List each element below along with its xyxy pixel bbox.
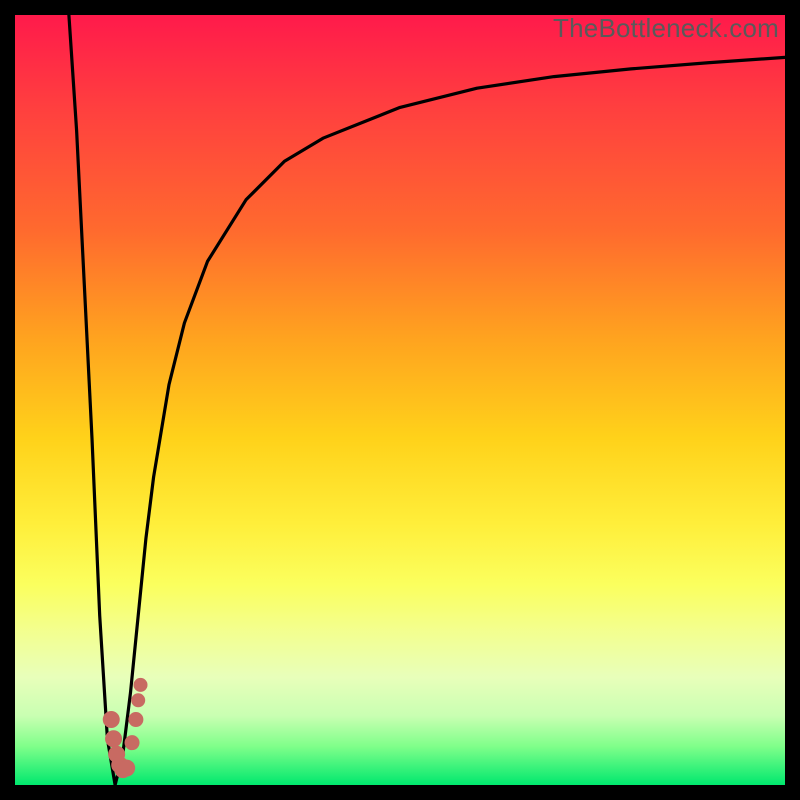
chart-outer-frame: TheBottleneck.com <box>0 0 800 800</box>
bottleneck-curve <box>69 15 785 785</box>
watermark-text: TheBottleneck.com <box>553 13 779 44</box>
chart-plot-area: TheBottleneck.com <box>15 15 785 785</box>
watermark-wrap: TheBottleneck.com <box>553 15 779 45</box>
chart-svg <box>15 15 785 785</box>
